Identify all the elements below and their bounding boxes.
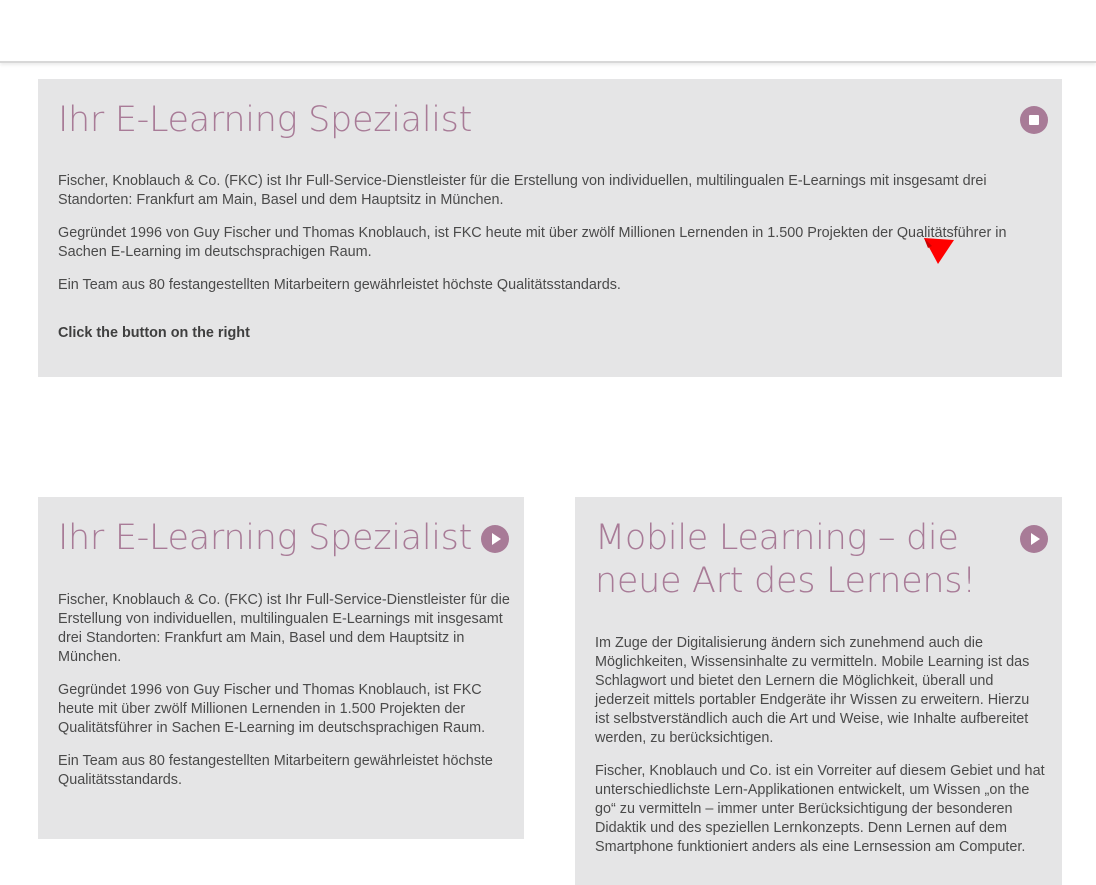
card-paragraph: Gegründet 1996 von Guy Fischer und Thoma… (58, 682, 486, 736)
card-paragraph: Ein Team aus 80 festangestellten Mitarbe… (58, 753, 493, 788)
mouse-cursor-icon (924, 238, 954, 264)
card-body: Fischer, Knoblauch & Co. (FKC) ist Ihr F… (58, 172, 1043, 309)
play-icon (492, 533, 501, 545)
play-button[interactable] (481, 525, 509, 553)
stop-icon (1029, 115, 1039, 125)
play-button[interactable] (1020, 525, 1048, 553)
card-paragraph: Fischer, Knoblauch & Co. (FKC) ist Ihr F… (58, 173, 987, 208)
card-paragraph: Im Zuge der Digitalisierung ändern sich … (595, 635, 1030, 746)
card-elearning-specialist-wide: Ihr E-Learning Spezialist Fischer, Knobl… (38, 79, 1062, 377)
card-title: Mobile Learning – die neue Art des Lerne… (595, 518, 976, 601)
card-title: Ihr E-Learning Spezialist (58, 100, 473, 140)
card-paragraph: Fischer, Knoblauch & Co. (FKC) ist Ihr F… (58, 592, 510, 665)
card-paragraph: Gegründet 1996 von Guy Fischer und Thoma… (58, 225, 1007, 260)
top-header-bar (0, 0, 1096, 63)
play-icon (1031, 533, 1040, 545)
card-mobile-learning: Mobile Learning – die neue Art des Lerne… (575, 497, 1062, 885)
stop-button[interactable] (1020, 106, 1048, 134)
card-paragraph: Ein Team aus 80 festangestellten Mitarbe… (58, 277, 621, 293)
card-elearning-specialist: Ihr E-Learning Spezialist Fischer, Knobl… (38, 497, 524, 839)
card-body: Fischer, Knoblauch & Co. (FKC) ist Ihr F… (58, 591, 513, 804)
instruction-text: Click the button on the right (58, 325, 250, 341)
card-body: Im Zuge der Digitalisierung ändern sich … (595, 634, 1045, 871)
card-title: Ihr E-Learning Spezialist (58, 518, 473, 558)
card-paragraph: Fischer, Knoblauch und Co. ist ein Vorre… (595, 763, 1045, 855)
